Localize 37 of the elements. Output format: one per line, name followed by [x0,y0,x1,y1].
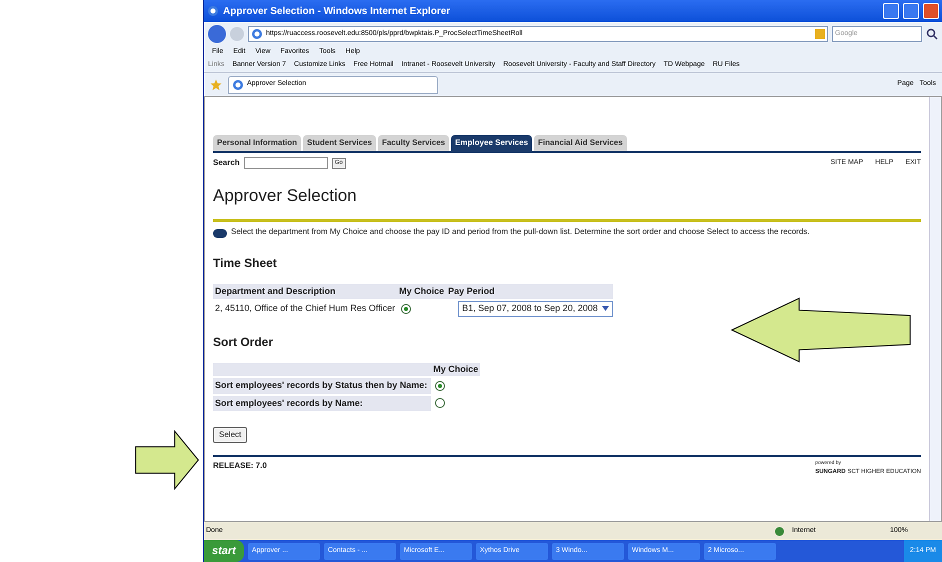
column-header: Department and Description [213,284,398,299]
column-header: Pay Period [446,284,613,299]
select-button[interactable]: Select [213,427,248,443]
pay-period-dropdown[interactable]: B1, Sep 07, 2008 to Sep 20, 2008 [458,301,613,316]
radio-button[interactable] [401,304,412,314]
search-icon[interactable] [926,28,938,40]
table-cell-text: 2, 45110, Office of the Chief Hum Res Officer [214,302,396,315]
option-label: Sort employees' records by Status then by Name: [213,378,432,394]
info-text: Select the department from My Choice and choose the pay ID and period from the pull-down list. Determine the sort order and choose Select to access the records. [231,226,810,238]
radio-button[interactable] [435,380,446,391]
minimize-icon[interactable] [883,3,899,19]
arrow-drawing [135,430,199,490]
option-label: Sort employees' records by Name: [213,396,432,411]
nav-tab[interactable]: Student Services [303,135,376,151]
page-title: Approver Selection [213,185,358,207]
star-icon[interactable] [210,78,222,90]
search-input[interactable] [244,157,328,169]
column-header: My Choice [431,362,480,376]
radio-button[interactable] [435,398,446,408]
release-text: RELEASE: 7.0 [213,460,267,472]
maximize-icon[interactable] [903,3,919,19]
nav-tab[interactable]: Personal Information [213,135,302,151]
section-heading: Sort Order [213,334,274,350]
scrollbar[interactable] [929,97,941,521]
info-icon [213,228,227,238]
caret-icon [602,306,609,312]
nav-tab[interactable]: Financial Aid Services [534,135,627,151]
close-icon[interactable] [923,3,939,19]
column-header: My Choice [397,284,446,299]
back-icon[interactable] [208,25,226,43]
start-button[interactable]: start [204,540,244,562]
nav-tab[interactable]: Employee Services [451,135,532,151]
section-heading: Time Sheet [213,254,278,272]
globe-icon [775,526,784,536]
nav-tab[interactable]: Faculty Services [378,135,450,151]
window-title: Approver Selection - Windows Internet Explorer [223,4,452,18]
search-label: Search [213,157,240,169]
